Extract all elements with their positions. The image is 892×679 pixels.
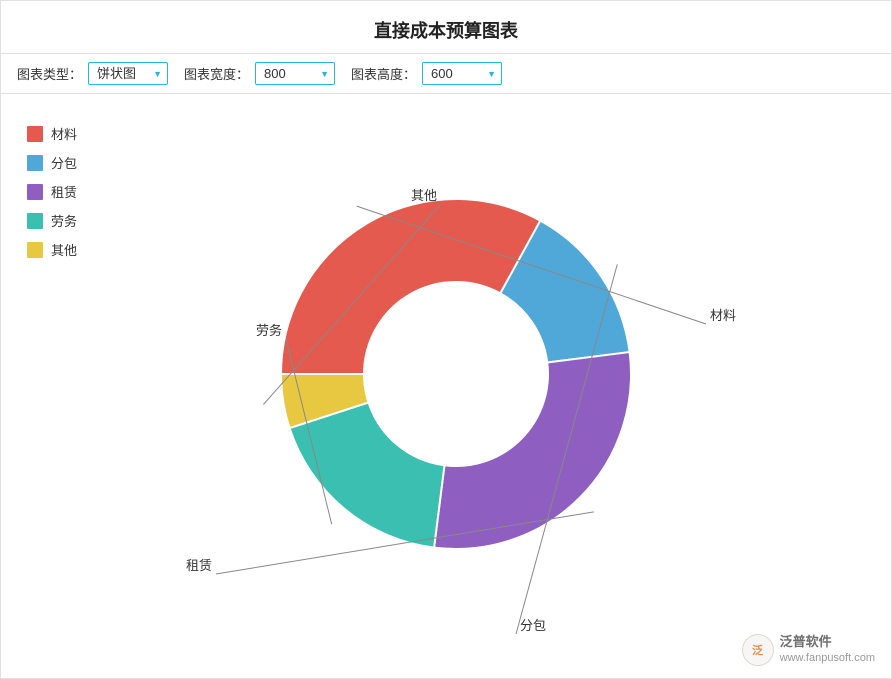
watermark-logo-text: 泛 — [752, 642, 763, 658]
chart-height-select-wrapper: 400 500 600 700 — [422, 62, 502, 85]
legend: 材料 分包 租赁 劳务 其他 — [17, 104, 97, 644]
donut-chart: 材料分包 租赁 劳务 其他 — [136, 104, 836, 644]
page-container: 直接成本预算图表 图表类型： 饼状图 柱状图 折线图 图表宽度： 600 700… — [0, 0, 892, 679]
legend-label: 其他 — [51, 240, 77, 259]
chart-type-item: 图表类型： 饼状图 柱状图 折线图 — [17, 62, 168, 85]
watermark: 泛 泛普软件 www.fanpusoft.com — [742, 634, 875, 666]
legend-item: 租赁 — [27, 182, 87, 201]
legend-color-box — [27, 213, 43, 229]
legend-item: 劳务 — [27, 211, 87, 230]
chart-type-select-wrapper: 饼状图 柱状图 折线图 — [88, 62, 168, 85]
chart-label-text: 租赁 — [186, 558, 212, 573]
chart-label-text: 其他 — [411, 188, 437, 203]
chart-area: 材料分包 租赁 劳务 其他 — [97, 104, 875, 644]
legend-label: 材料 — [51, 124, 77, 143]
chart-height-select[interactable]: 400 500 600 700 — [422, 62, 502, 85]
chart-segment — [434, 352, 631, 549]
watermark-url: www.fanpusoft.com — [780, 651, 875, 665]
legend-item: 分包 — [27, 153, 87, 172]
chart-width-select[interactable]: 600 700 800 900 — [255, 62, 335, 85]
legend-label: 租赁 — [51, 182, 77, 201]
watermark-company: 泛普软件 — [780, 634, 875, 651]
legend-color-box — [27, 155, 43, 171]
legend-item: 材料 — [27, 124, 87, 143]
chart-type-label: 图表类型： — [17, 64, 82, 83]
legend-item: 其他 — [27, 240, 87, 259]
chart-segment — [281, 199, 540, 374]
chart-label-text: 材料 — [710, 308, 736, 323]
legend-label: 分包 — [51, 153, 77, 172]
watermark-logo: 泛 — [742, 634, 774, 666]
chart-label-text: 劳务 — [256, 323, 282, 338]
legend-color-box — [27, 184, 43, 200]
chart-segment — [290, 402, 445, 547]
toolbar: 图表类型： 饼状图 柱状图 折线图 图表宽度： 600 700 800 900 — [1, 53, 891, 94]
chart-height-label: 图表高度： — [351, 64, 416, 83]
legend-color-box — [27, 242, 43, 258]
chart-label-text: 分包 — [520, 618, 546, 633]
chart-width-label: 图表宽度： — [184, 64, 249, 83]
chart-type-select[interactable]: 饼状图 柱状图 折线图 — [88, 62, 168, 85]
legend-label: 劳务 — [51, 211, 77, 230]
page-title: 直接成本预算图表 — [1, 1, 891, 53]
chart-width-select-wrapper: 600 700 800 900 — [255, 62, 335, 85]
chart-height-item: 图表高度： 400 500 600 700 — [351, 62, 502, 85]
legend-color-box — [27, 126, 43, 142]
chart-width-item: 图表宽度： 600 700 800 900 — [184, 62, 335, 85]
watermark-text: 泛普软件 www.fanpusoft.com — [780, 634, 875, 665]
main-content: 材料 分包 租赁 劳务 其他 材料分包租赁劳务其他 — [1, 94, 891, 654]
